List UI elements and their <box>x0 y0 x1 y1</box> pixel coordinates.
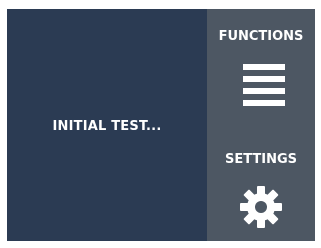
hamburger-menu-icon <box>243 64 285 106</box>
side-menu: FUNCTIONS SETTINGS <box>207 9 315 241</box>
functions-button[interactable]: FUNCTIONS <box>207 9 315 125</box>
settings-label: SETTINGS <box>224 152 298 167</box>
status-panel: INITIAL TEST... <box>7 9 207 241</box>
device-screen: INITIAL TEST... FUNCTIONS SETTINGS <box>7 9 315 241</box>
gear-icon <box>240 186 282 228</box>
status-message: INITIAL TEST... <box>52 119 162 134</box>
functions-label: FUNCTIONS <box>218 29 304 44</box>
settings-button[interactable]: SETTINGS <box>207 125 315 241</box>
